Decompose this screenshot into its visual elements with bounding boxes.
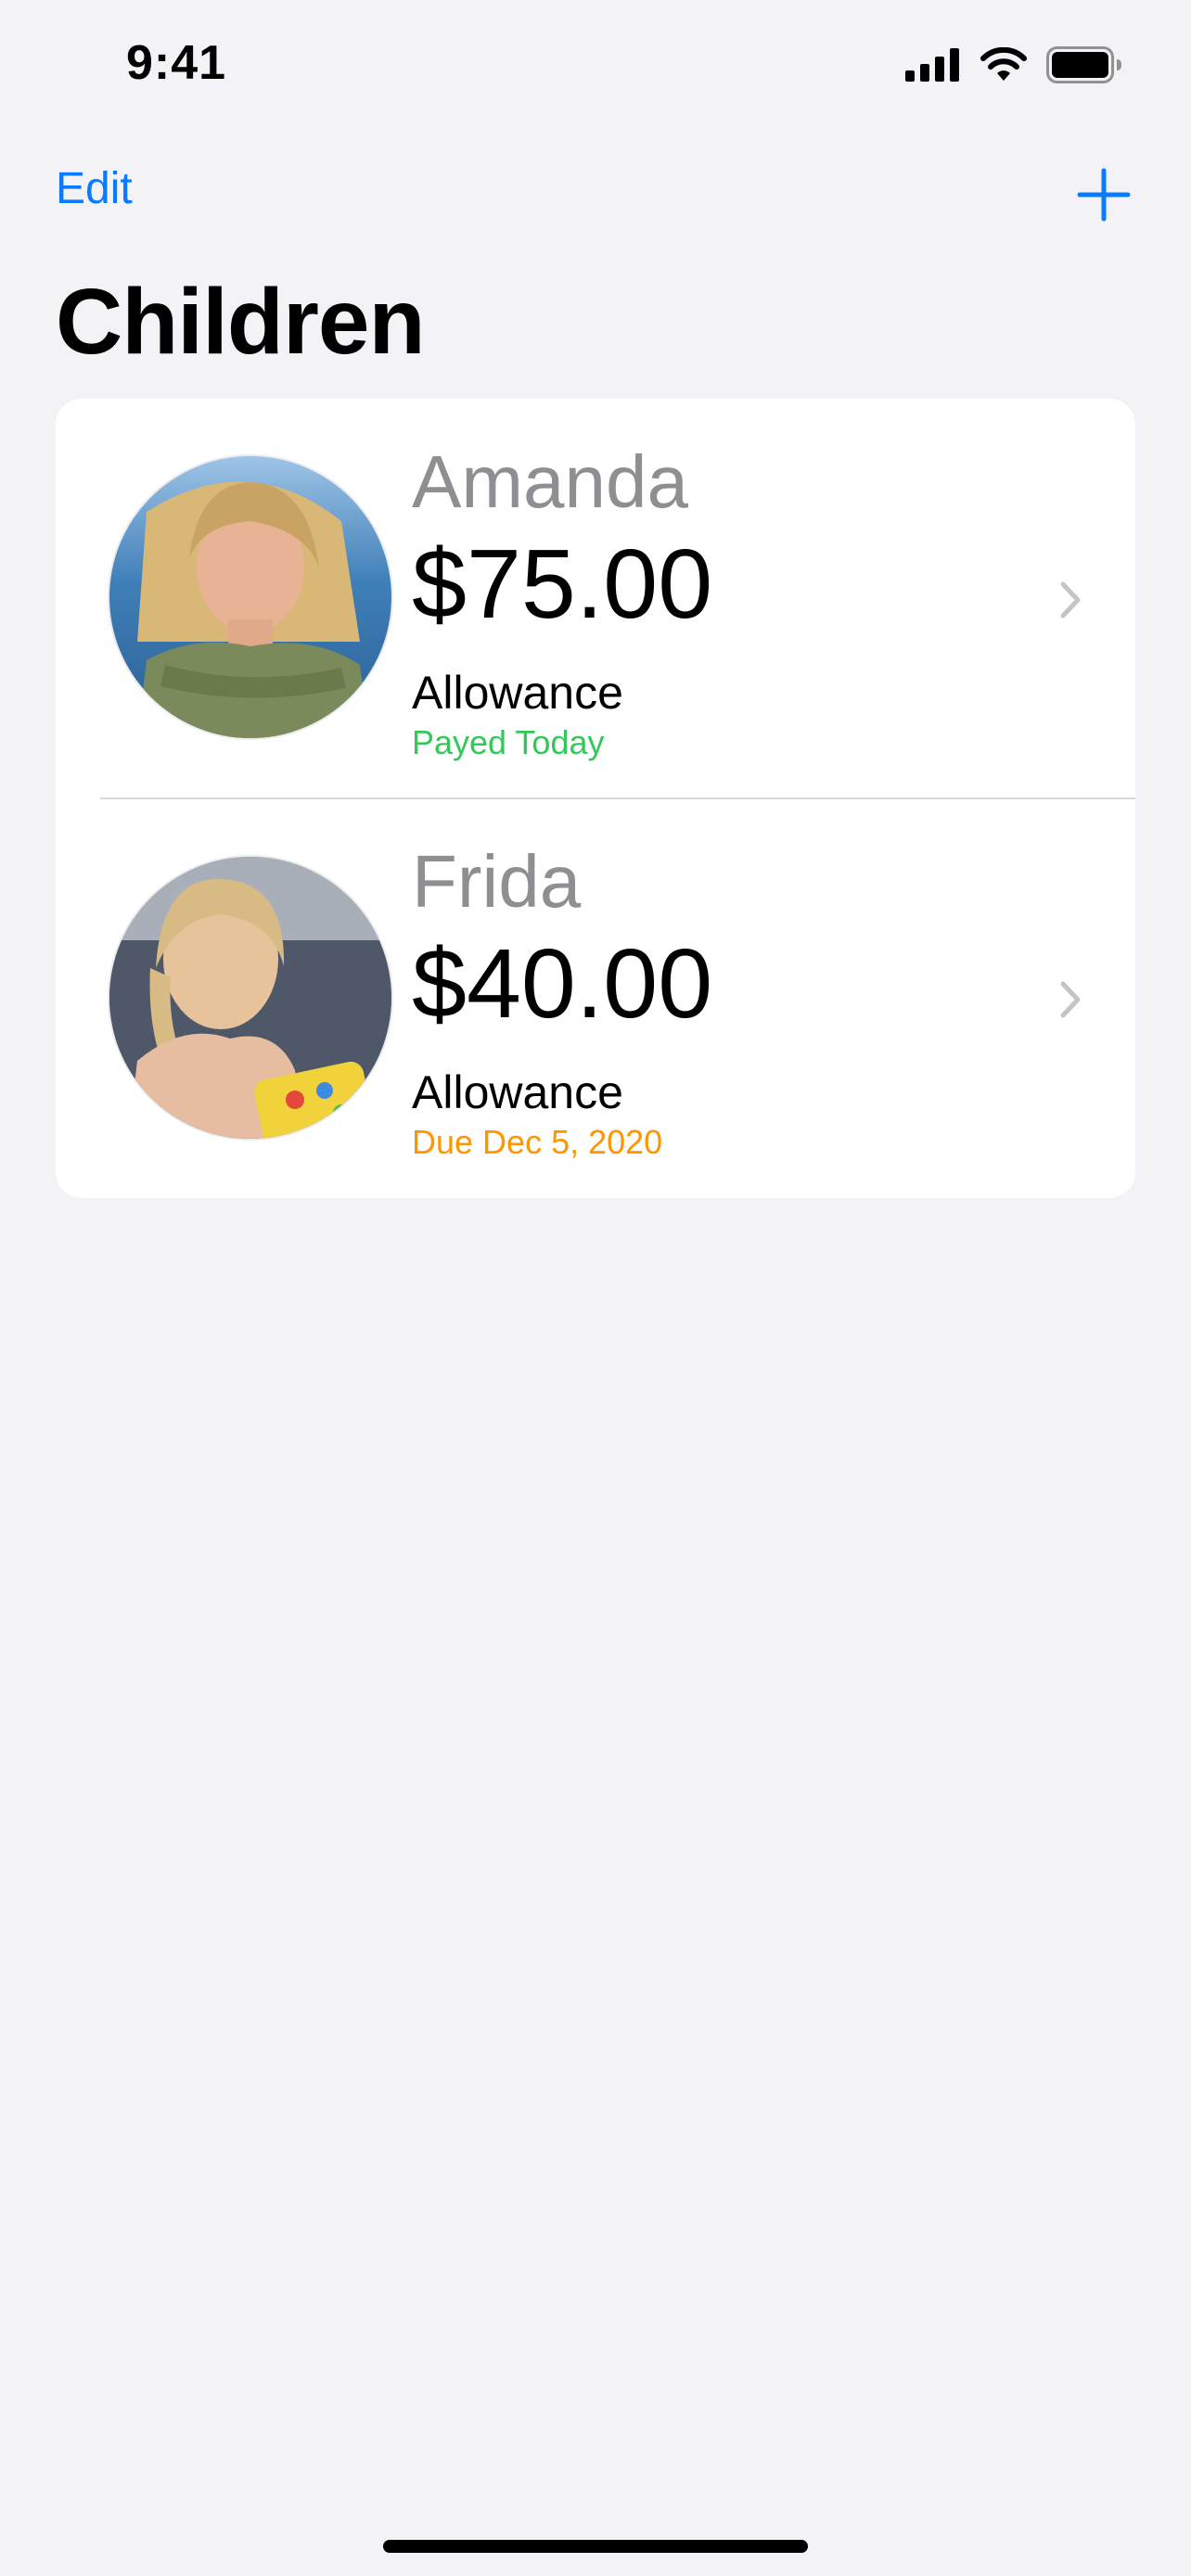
battery-icon — [1046, 45, 1122, 88]
child-row-frida[interactable]: Frida $40.00 Allowance Due Dec 5, 2020 — [56, 798, 1135, 1198]
home-indicator[interactable] — [383, 2540, 808, 2553]
status-bar: 9:41 — [0, 0, 1191, 130]
allowance-label: Allowance — [412, 1066, 623, 1118]
balance-amount: $75.00 — [412, 529, 713, 639]
wifi-icon — [980, 46, 1028, 87]
avatar — [109, 857, 391, 1139]
navigation-bar: Edit — [0, 148, 1191, 241]
allowance-label: Allowance — [412, 667, 623, 719]
edit-button[interactable]: Edit — [56, 163, 133, 214]
child-name: Amanda — [412, 440, 688, 523]
status-time: 9:41 — [126, 36, 227, 90]
add-child-button[interactable] — [1067, 158, 1141, 232]
child-row-amanda[interactable]: Amanda $75.00 Allowance Payed Today — [56, 399, 1135, 798]
status-icons — [905, 45, 1122, 88]
chevron-right-icon — [1060, 981, 1081, 1018]
plus-icon — [1077, 168, 1131, 222]
child-name: Frida — [412, 840, 582, 923]
cellular-signal-icon — [905, 47, 961, 86]
balance-amount: $40.00 — [412, 929, 713, 1039]
allowance-status: Payed Today — [412, 723, 605, 761]
allowance-status: Due Dec 5, 2020 — [412, 1123, 663, 1161]
page-title: Children — [56, 270, 426, 374]
avatar — [109, 456, 391, 738]
chevron-right-icon — [1060, 581, 1081, 618]
children-list: Amanda $75.00 Allowance Payed Today Frid… — [56, 399, 1135, 1198]
